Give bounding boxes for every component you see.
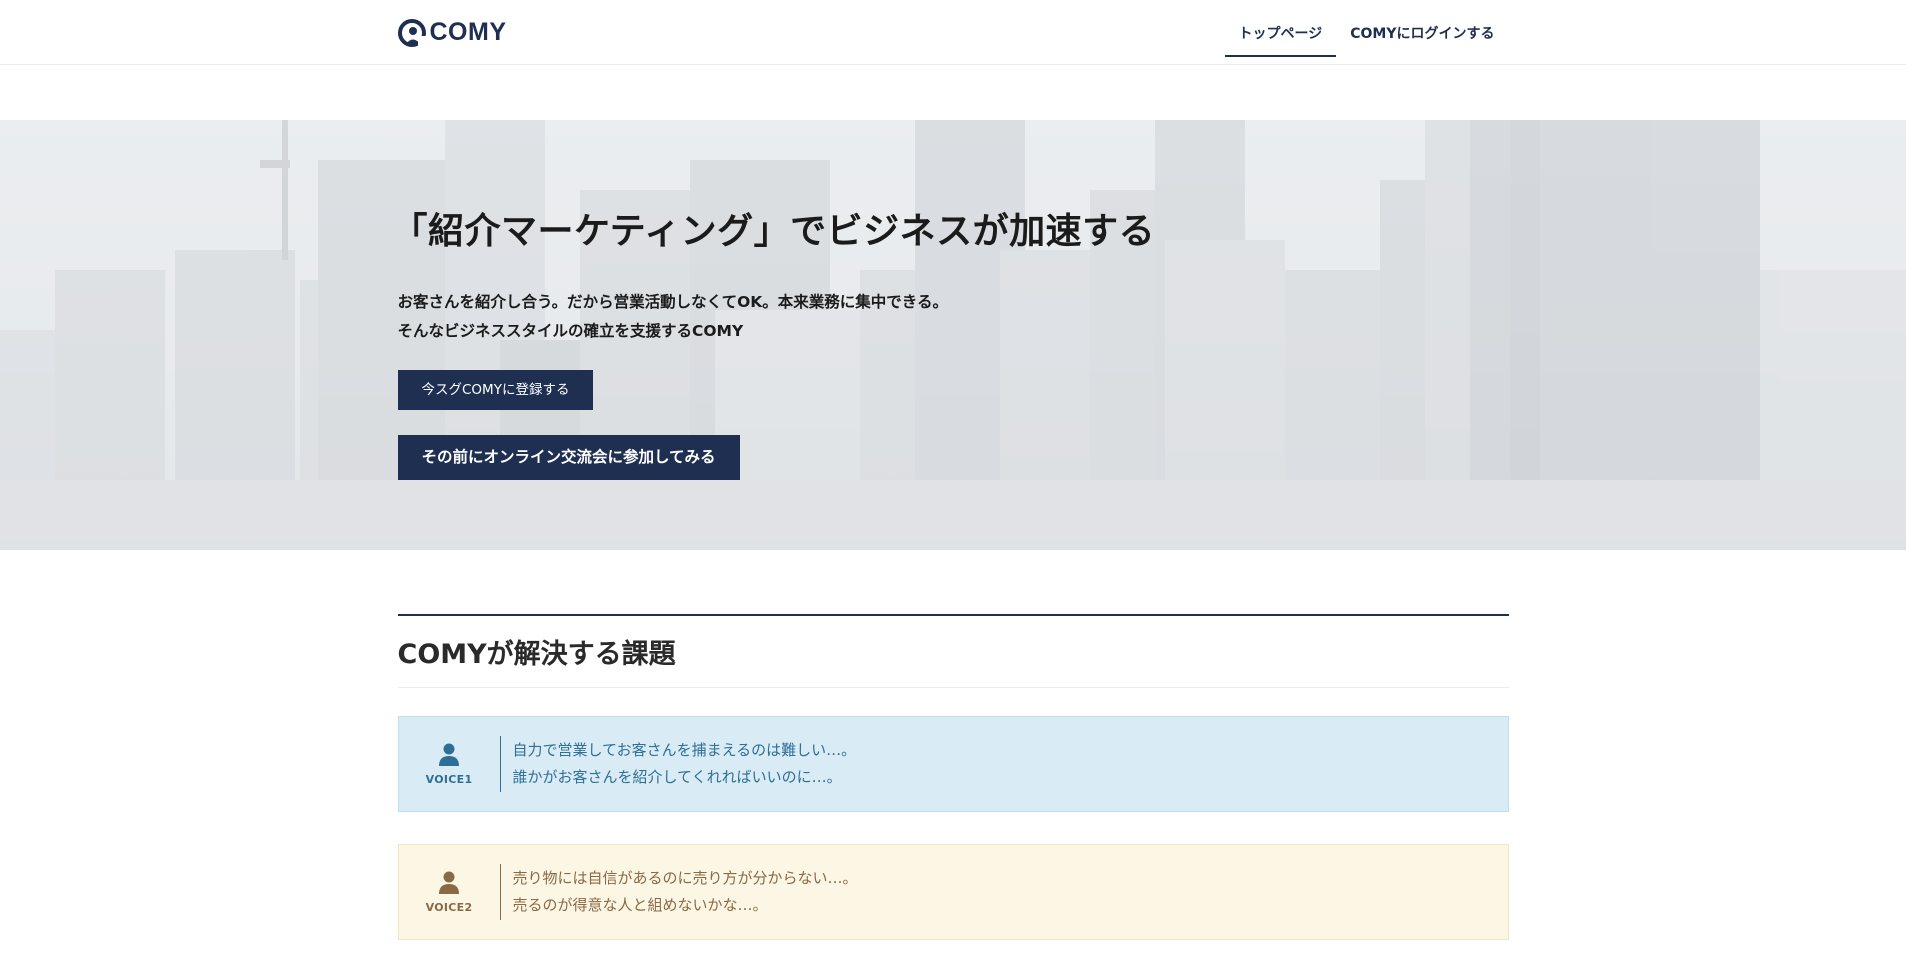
- voice-1-line2: 誰かがお客さんを紹介してくれればいいのに…。: [512, 768, 842, 786]
- register-button[interactable]: 今スグCOMYに登録する: [397, 370, 594, 410]
- section-header: COMYが解決する課題: [397, 614, 1509, 688]
- nav-top-page[interactable]: トップページ: [1224, 0, 1337, 65]
- voice-2-line1: 売り物には自信があるのに売り方が分からない…。: [512, 869, 858, 887]
- hero: 「紹介マーケティング」でビジネスが加速する お客さんを紹介し合う。だから営業活動…: [0, 120, 1906, 550]
- main-nav: トップページ COMYにログインする: [1224, 0, 1509, 65]
- online-event-button[interactable]: その前にオンライン交流会に参加してみる: [397, 435, 740, 480]
- voice-text-2: 売り物には自信があるのに売り方が分からない…。 売るのが得意な人と組めないかな……: [513, 865, 858, 919]
- voice-label-1: VOICE1: [425, 772, 473, 786]
- hero-lead-line1: お客さんを紹介し合う。だから営業活動しなくてOK。本来業務に集中できる。: [397, 293, 949, 311]
- person-icon: [439, 743, 459, 766]
- hero-lead-line2: そんなビジネススタイルの確立を支援するCOMY: [397, 322, 744, 340]
- voice-text-1: 自力で営業してお客さんを捕まえるのは難しい…。 誰かがお客さんを紹介してくれれば…: [513, 737, 857, 791]
- logo-text: COMY: [429, 18, 507, 46]
- voice-label-2: VOICE2: [425, 900, 473, 914]
- logo[interactable]: COMY: [397, 18, 507, 48]
- nav-login[interactable]: COMYにログインする: [1336, 0, 1508, 65]
- hero-lead: お客さんを紹介し合う。だから営業活動しなくてOK。本来業務に集中できる。 そんな…: [398, 288, 1509, 346]
- voice-card-2: VOICE2 売り物には自信があるのに売り方が分からない…。 売るのが得意な人と…: [397, 844, 1509, 940]
- voice-1-line1: 自力で営業してお客さんを捕まえるのは難しい…。: [512, 741, 857, 759]
- voice-2-line2: 売るのが得意な人と組めないかな…。: [512, 896, 768, 914]
- hero-title: 「紹介マーケティング」でビジネスが加速する: [391, 211, 1156, 252]
- section-title: COMYが解決する課題: [397, 639, 676, 670]
- voice-avatar-2: VOICE2: [399, 864, 501, 920]
- problems-section: COMYが解決する課題 VOICE1 自力で営業してお客さんを捕まえるのは難しい…: [0, 614, 1906, 940]
- voice-card-1: VOICE1 自力で営業してお客さんを捕まえるのは難しい…。 誰かがお客さんを紹…: [397, 716, 1509, 812]
- voice-avatar-1: VOICE1: [399, 736, 501, 792]
- person-icon: [439, 871, 459, 894]
- comy-logo-icon: [397, 18, 426, 48]
- site-header: COMY トップページ COMYにログインする: [0, 0, 1906, 65]
- hero-content: 「紹介マーケティング」でビジネスが加速する お客さんを紹介し合う。だから営業活動…: [0, 120, 1906, 550]
